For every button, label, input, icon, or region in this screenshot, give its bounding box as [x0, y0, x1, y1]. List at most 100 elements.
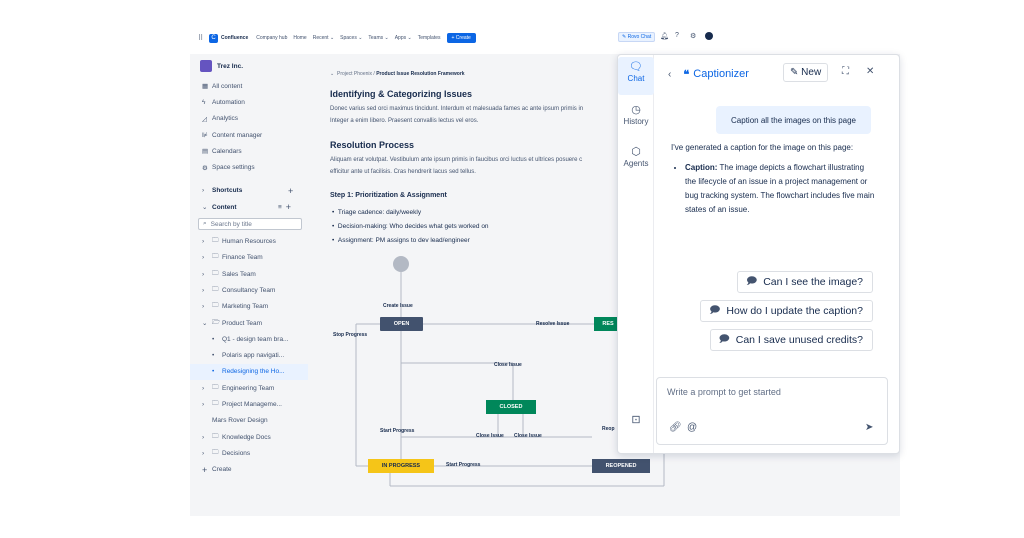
- panel-title: Captionizer: [693, 68, 749, 80]
- tree-item-label: Project Manageme...: [222, 400, 282, 408]
- tree-item-label: Decisions: [222, 449, 251, 457]
- grid-icon: ▦: [202, 83, 209, 91]
- rail-chat-button[interactable]: 🗨︎ Chat: [618, 57, 654, 95]
- prompt-input[interactable]: Write a prompt to get started 🔗︎ @ ➤: [656, 377, 888, 445]
- suggestion-button[interactable]: 🗩︎ How do I update the caption?: [700, 300, 873, 322]
- search-by-title-input[interactable]: ⌕ Search by title: [198, 218, 302, 231]
- chevron-right-icon: ›: [202, 303, 205, 311]
- add-shortcut-icon[interactable]: +: [288, 186, 293, 196]
- tree-item-label: Knowledge Docs: [222, 433, 271, 441]
- rail-label: History: [623, 117, 649, 126]
- sidebar-create[interactable]: + Create: [190, 462, 308, 478]
- tree-item-label: Polaris app navigati...: [222, 352, 285, 360]
- rail-label: Agents: [623, 159, 649, 168]
- sidebar-item-label: All content: [212, 82, 243, 90]
- chevron-right-icon: ›: [202, 400, 205, 408]
- close-icon[interactable]: ✕: [866, 66, 874, 77]
- bullet-icon: •: [212, 352, 215, 360]
- nav-teams[interactable]: Teams ⌄: [368, 35, 388, 41]
- new-chat-button[interactable]: ✎ New: [783, 63, 829, 82]
- tree-item[interactable]: › 🗀︎ Marketing Team: [190, 299, 308, 315]
- tree-item-label: Finance Team: [222, 254, 263, 262]
- folder-icon: 🗀︎: [212, 269, 219, 277]
- nav-apps[interactable]: Apps ⌄: [395, 35, 412, 41]
- tree-item-active[interactable]: • Redesigning the Ho...: [190, 363, 308, 381]
- sidebar-item-content-manager[interactable]: ⊯ Content manager: [190, 127, 308, 143]
- avatar[interactable]: [705, 32, 713, 40]
- sidebar-item-label: Content manager: [212, 131, 263, 139]
- bullet-icon: •: [212, 368, 215, 376]
- link-icon[interactable]: 🔗︎: [669, 422, 682, 433]
- sidebar-item-analytics[interactable]: ◿ Analytics: [190, 111, 308, 127]
- nav-company-hub[interactable]: Company hub: [256, 35, 287, 41]
- sidebar-item-space-settings[interactable]: ⚙ Space settings: [190, 159, 308, 175]
- chevron-right-icon: ›: [202, 286, 205, 294]
- nav-home[interactable]: Home: [293, 35, 306, 41]
- app-switcher-icon[interactable]: ⠿: [198, 34, 206, 42]
- breadcrumb-current[interactable]: Product Issue Resolution Framework: [376, 71, 464, 77]
- tree-item[interactable]: › 🗀︎ Sales Team: [190, 266, 308, 282]
- send-icon[interactable]: ➤: [865, 422, 873, 433]
- section-label: Content: [212, 203, 237, 211]
- tree-item[interactable]: › 🗀︎ Consultancy Team: [190, 282, 308, 298]
- rail-agents-button[interactable]: ⬡ Agents: [618, 145, 654, 168]
- suggestion-button[interactable]: 🗩︎ Can I see the image?: [737, 271, 873, 293]
- expand-icon[interactable]: ⛶: [842, 66, 849, 77]
- tree-item[interactable]: › 🗀︎ Project Manageme...: [190, 396, 308, 412]
- space-header[interactable]: Trez Inc.: [190, 54, 308, 78]
- tree-item[interactable]: Mars Rover Design: [190, 413, 308, 429]
- sidebar-section-content[interactable]: ⌄ Content ≡ +: [190, 199, 308, 215]
- chevron-right-icon: ›: [202, 270, 205, 278]
- tree-item-label: Consultancy Team: [222, 286, 276, 294]
- chevron-right-icon: ›: [202, 254, 205, 262]
- notifications-icon[interactable]: 🔔︎: [660, 32, 669, 40]
- heading-identifying: Identifying & Categorizing Issues: [330, 89, 473, 99]
- nav-templates[interactable]: Templates: [418, 35, 441, 41]
- rail-history-button[interactable]: ◷ History: [618, 103, 654, 126]
- paragraph: Integer a enim libero. Praesent convalli…: [330, 118, 479, 124]
- new-chat-label: New: [801, 67, 822, 78]
- mention-icon[interactable]: @: [687, 422, 697, 433]
- tree-item[interactable]: › 🗀︎ Human Resources: [190, 233, 308, 249]
- breadcrumb-parent[interactable]: Project Phoenix: [337, 71, 372, 77]
- rail-feedback-button[interactable]: ⊡: [618, 413, 654, 427]
- add-content-icon[interactable]: +: [286, 202, 291, 212]
- node-open: OPEN: [380, 317, 423, 331]
- create-button[interactable]: + Create: [446, 33, 476, 43]
- message-icon: 🗩︎: [718, 333, 730, 345]
- node-closed: CLOSED: [486, 400, 536, 414]
- bullet-icon: •: [212, 335, 215, 343]
- nav-recent[interactable]: Recent ⌄: [313, 35, 334, 41]
- tree-item[interactable]: › 🗀︎ Engineering Team: [190, 380, 308, 396]
- folder-icon: 🗀︎: [212, 237, 219, 245]
- nav-spaces[interactable]: Spaces ⌄: [340, 35, 362, 41]
- sidebar-section-shortcuts[interactable]: › Shortcuts +: [190, 183, 308, 199]
- brand-name: Confluence: [221, 35, 249, 41]
- tree-item-label: Redesigning the Ho...: [222, 368, 285, 376]
- tree-item[interactable]: › 🗀︎ Finance Team: [190, 250, 308, 266]
- tree-item[interactable]: • Q1 - design team bra...: [190, 331, 308, 347]
- tree-item[interactable]: › 🗀︎ Decisions: [190, 445, 308, 461]
- space-sidebar: Trez Inc. ▦ All content ϟ Automation ◿ Anal…: [190, 54, 308, 516]
- sidebar-item-label: Automation: [212, 98, 245, 106]
- bullet-item: • Triage cadence: daily/weekly: [332, 209, 422, 216]
- back-icon[interactable]: ‹: [668, 69, 671, 80]
- chevron-right-icon: ›: [202, 449, 205, 457]
- confluence-logo-icon[interactable]: C: [209, 33, 218, 43]
- tree-item-label: Sales Team: [222, 270, 256, 278]
- search-placeholder: Search by title: [210, 220, 252, 228]
- settings-icon[interactable]: ⚙: [690, 32, 696, 40]
- tree-item[interactable]: › 🗀︎ Knowledge Docs: [190, 429, 308, 445]
- filter-icon[interactable]: ≡: [278, 204, 282, 211]
- quote-icon: ❝: [683, 68, 690, 81]
- folder-icon: 🗀︎: [212, 253, 219, 261]
- sidebar-item-automation[interactable]: ϟ Automation: [190, 94, 308, 110]
- message-icon: 🗩︎: [709, 304, 721, 316]
- tree-item[interactable]: ⌄ 🗁︎ Product Team: [190, 315, 308, 331]
- sidebar-item-calendars[interactable]: ▤ Calendars: [190, 143, 308, 159]
- rovo-chat-button[interactable]: ✎ Rovo Chat: [618, 32, 656, 42]
- suggestion-button[interactable]: 🗩︎ Can I save unused credits?: [709, 329, 873, 351]
- tree-item[interactable]: • Polaris app navigati...: [190, 347, 308, 363]
- help-icon[interactable]: ?: [675, 32, 679, 39]
- sidebar-item-all-content[interactable]: ▦ All content: [190, 78, 308, 94]
